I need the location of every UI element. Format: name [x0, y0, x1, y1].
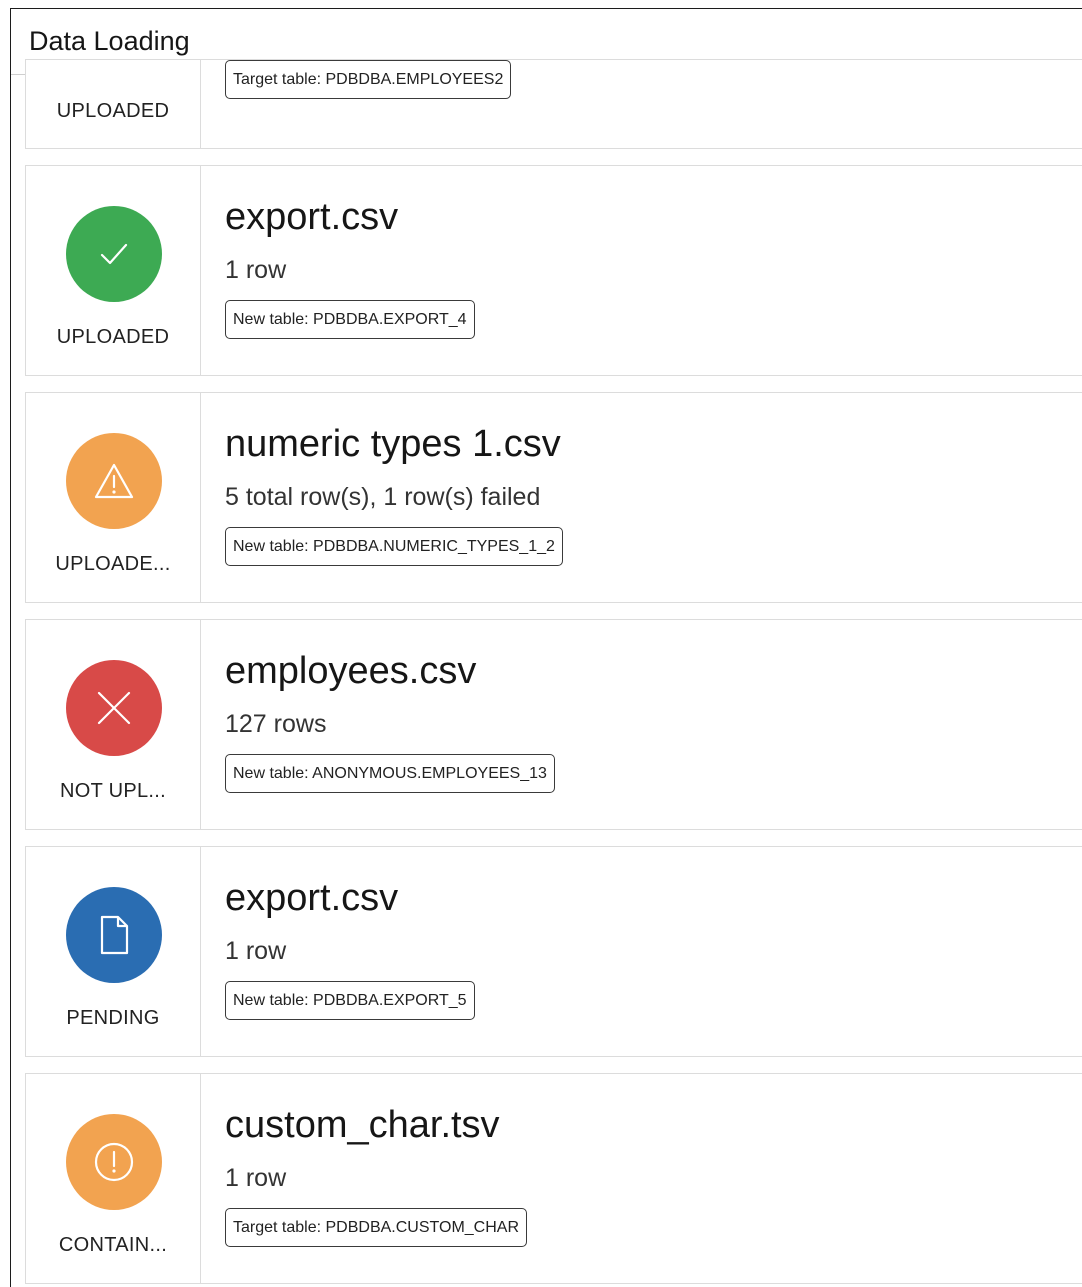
card-details: Target table: PDBDBA.EMPLOYEES2	[201, 60, 1082, 148]
upload-card-export-4[interactable]: UPLOADED export.csv 1 row New table: PDB…	[25, 165, 1082, 376]
document-icon	[100, 915, 129, 955]
status-label: UPLOADED	[56, 100, 170, 122]
card-details: export.csv 1 row New table: PDBDBA.EXPOR…	[201, 166, 1082, 375]
target-table-tag[interactable]: New table: PDBDBA.EXPORT_4	[225, 300, 475, 339]
upload-card-export-5[interactable]: PENDING export.csv 1 row New table: PDBD…	[25, 846, 1082, 1057]
file-name[interactable]: numeric types 1.csv	[225, 423, 561, 466]
row-count: 1 row	[225, 937, 287, 965]
status-contains-circle	[66, 1114, 162, 1210]
row-count: 1 row	[225, 256, 287, 284]
upload-list[interactable]: UPLOADED Target table: PDBDBA.EMPLOYEES2…	[11, 59, 1082, 1287]
status-failed-circle	[66, 660, 162, 756]
row-count: 5 total row(s), 1 row(s) failed	[225, 483, 541, 511]
status-panel: PENDING	[26, 847, 201, 1056]
status-pending-circle	[66, 887, 162, 983]
file-name[interactable]: export.csv	[225, 196, 398, 239]
status-uploaded-circle	[66, 206, 162, 302]
status-label: PENDING	[66, 1007, 160, 1029]
status-label: UPLOADED	[56, 326, 170, 348]
page-title: Data Loading	[29, 26, 190, 56]
file-name[interactable]: employees.csv	[225, 650, 476, 693]
target-table-tag[interactable]: New table: ANONYMOUS.EMPLOYEES_13	[225, 754, 555, 793]
status-label: NOT UPL...	[60, 780, 166, 802]
status-panel: UPLOADE...	[26, 393, 201, 602]
status-warning-circle	[66, 433, 162, 529]
upload-card-numeric-types[interactable]: UPLOADE... numeric types 1.csv 5 total r…	[25, 392, 1082, 603]
upload-card-employees-13[interactable]: NOT UPL... employees.csv 127 rows New ta…	[25, 619, 1082, 830]
row-count: 127 rows	[225, 710, 327, 738]
status-panel: UPLOADED	[26, 166, 201, 375]
warning-triangle-icon	[94, 463, 134, 499]
target-table-tag[interactable]: Target table: PDBDBA.CUSTOM_CHAR	[225, 1208, 528, 1247]
file-name[interactable]: export.csv	[225, 877, 398, 920]
status-panel: CONTAIN...	[26, 1074, 201, 1283]
upload-card-custom-char[interactable]: CONTAIN... custom_char.tsv 1 row Target …	[25, 1073, 1082, 1284]
target-table-tag[interactable]: New table: PDBDBA.NUMERIC_TYPES_1_2	[225, 527, 563, 566]
file-name[interactable]: custom_char.tsv	[225, 1104, 500, 1147]
status-panel: UPLOADED	[26, 60, 201, 148]
status-panel: NOT UPL...	[26, 620, 201, 829]
card-details: export.csv 1 row New table: PDBDBA.EXPOR…	[201, 847, 1082, 1056]
card-details: custom_char.tsv 1 row Target table: PDBD…	[201, 1074, 1082, 1283]
upload-card-employees2[interactable]: UPLOADED Target table: PDBDBA.EMPLOYEES2	[25, 59, 1082, 149]
checkmark-icon	[100, 243, 128, 265]
exclamation-circle-icon	[94, 1142, 134, 1182]
status-label: CONTAIN...	[58, 1234, 168, 1256]
data-loading-panel: Data Loading UPLOADED Target table: PDBD…	[10, 8, 1082, 1287]
card-details: numeric types 1.csv 5 total row(s), 1 ro…	[201, 393, 1082, 602]
close-icon	[97, 691, 131, 725]
row-count: 1 row	[225, 1164, 287, 1192]
status-label: UPLOADE...	[55, 553, 171, 575]
target-table-tag[interactable]: New table: PDBDBA.EXPORT_5	[225, 981, 475, 1020]
card-details: employees.csv 127 rows New table: ANONYM…	[201, 620, 1082, 829]
target-table-tag[interactable]: Target table: PDBDBA.EMPLOYEES2	[225, 60, 512, 99]
